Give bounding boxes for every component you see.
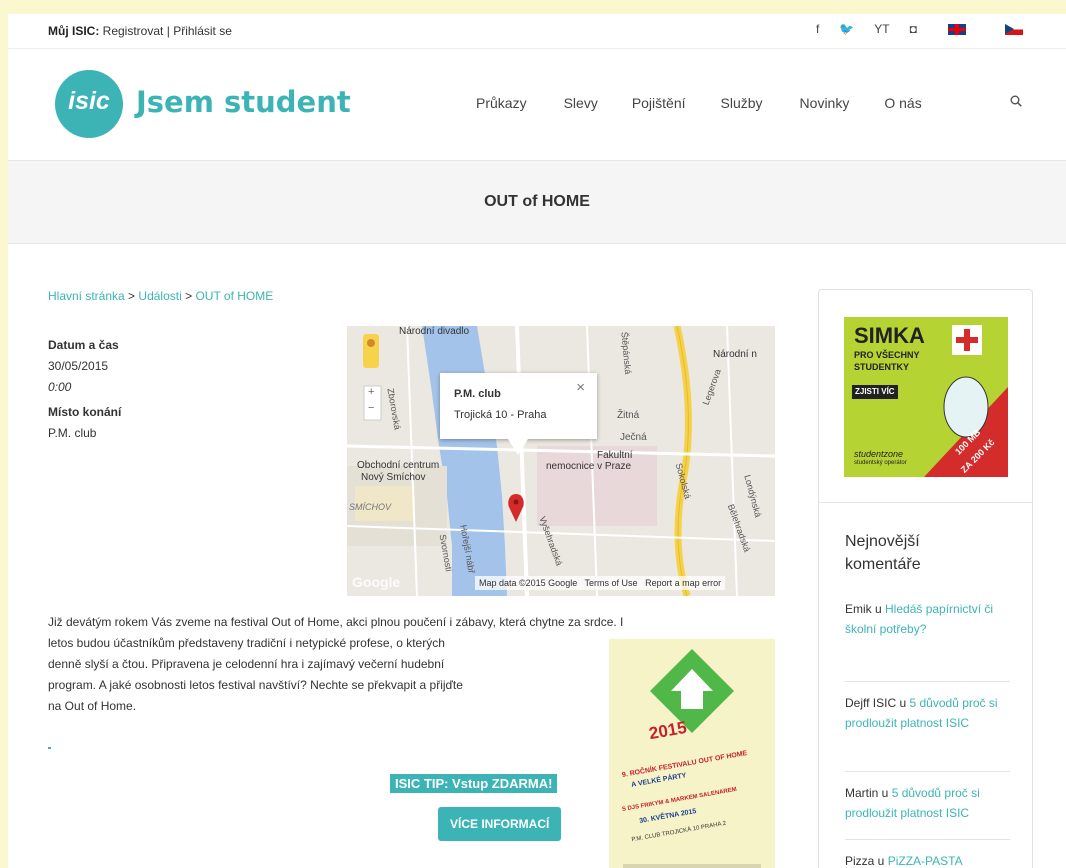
ad-brand: studentzone bbox=[854, 449, 904, 459]
breadcrumb-separator: > bbox=[128, 289, 136, 303]
uk-flag-icon[interactable] bbox=[948, 24, 966, 35]
close-icon[interactable]: × bbox=[576, 379, 585, 396]
comment-author: Dejff ISIC bbox=[845, 696, 897, 710]
twitter-icon[interactable]: 🐦 bbox=[839, 22, 854, 36]
instagram-icon[interactable]: ◘ bbox=[910, 22, 917, 36]
ad-subtitle-1: PRO VŠECHNY bbox=[854, 350, 920, 360]
place-label: Místo konání bbox=[48, 405, 122, 419]
breadcrumb: Hlavní stránka > Události > OUT of HOME bbox=[48, 289, 273, 303]
nav-item-novinky[interactable]: Novinky bbox=[800, 95, 850, 111]
event-map[interactable]: Národní divadlo Národní n Žitná Ječná Fa… bbox=[347, 326, 775, 596]
map-label-zitna: Žitná bbox=[617, 410, 640, 421]
map-info-window: P.M. club Trojická 10 - Praha × bbox=[440, 373, 597, 455]
map-report-link[interactable]: Report a map error bbox=[645, 578, 721, 588]
sidebar: SIMKA PRO VŠECHNY STUDENTKY ZJISTI VÍC s… bbox=[818, 289, 1033, 868]
comment-sep: u bbox=[871, 602, 886, 616]
map-popup-address: Trojická 10 - Praha bbox=[454, 409, 547, 421]
comment-link[interactable]: PiZZA-PASTA bbox=[888, 854, 963, 868]
ad-cta[interactable]: ZJISTI VÍC bbox=[855, 387, 895, 396]
isic-tip-badge: ISIC TIP: Vstup ZDARMA! bbox=[390, 774, 558, 793]
breadcrumb-separator: > bbox=[185, 289, 193, 303]
map-label-novy-smichov: Nový Smíchov bbox=[361, 472, 426, 483]
comment-sep: u bbox=[896, 696, 910, 710]
site-header: isic Jsem student Průkazy Slevy Pojištěn… bbox=[8, 49, 1066, 161]
event-time: 0:00 bbox=[48, 380, 72, 394]
page-title: OUT of HOME bbox=[484, 193, 590, 210]
breadcrumb-current[interactable]: OUT of HOME bbox=[195, 289, 273, 303]
heading-line-2: komentáře bbox=[845, 556, 921, 573]
date-label: Datum a čas bbox=[48, 338, 119, 352]
comment-divider bbox=[845, 681, 1010, 682]
comment-item: Emik u Hledáš papírnictví či školní potř… bbox=[845, 599, 1010, 639]
social-links: f 🐦 YT ◘ bbox=[816, 22, 917, 36]
nav-item-pojisteni[interactable]: Pojištění bbox=[632, 95, 686, 111]
map-label-narodni: Národní n bbox=[713, 349, 757, 360]
description-line-5: na Out of Home. bbox=[48, 699, 137, 713]
ad-tagline: studentský operátor bbox=[854, 460, 907, 466]
nav-item-prukazy[interactable]: Průkazy bbox=[476, 95, 527, 111]
simka-ad-banner[interactable]: SIMKA PRO VŠECHNY STUDENTKY ZJISTI VÍC s… bbox=[844, 317, 1008, 477]
map-label-obchodni: Obchodní centrum bbox=[357, 460, 440, 471]
cz-flag-icon[interactable] bbox=[1005, 24, 1023, 35]
nav-item-slevy[interactable]: Slevy bbox=[564, 95, 598, 111]
map-label-narodni-divadlo: Národní divadlo bbox=[399, 326, 470, 337]
event-place: P.M. club bbox=[48, 426, 97, 440]
my-isic-label: Můj ISIC: bbox=[48, 24, 100, 38]
map-zoom-out[interactable]: − bbox=[368, 402, 374, 414]
google-logo: Google bbox=[352, 574, 401, 590]
comment-divider bbox=[845, 771, 1010, 772]
event-meta: Datum a čas 30/05/2015 0:00 Místo konání… bbox=[48, 335, 121, 444]
comment-item: Martin u 5 důvodů proč si prodloužit pla… bbox=[845, 783, 1010, 823]
register-link[interactable]: Registrovat bbox=[103, 24, 164, 38]
latest-comments-heading: Nejnovější komentáře bbox=[845, 530, 1005, 576]
description-line-1: Již devátým rokem Vás zveme na festival … bbox=[48, 615, 624, 629]
comment-author: Martin bbox=[845, 786, 879, 800]
map-terms-link[interactable]: Terms of Use bbox=[585, 578, 638, 588]
comment-item: Dejff ISIC u 5 důvodů proč si prodloužit… bbox=[845, 693, 1010, 733]
comment-divider bbox=[845, 839, 1010, 840]
map-label-nemocnice: nemocnice v Praze bbox=[546, 461, 632, 472]
map-popup-title: P.M. club bbox=[454, 388, 501, 400]
event-date: 30/05/2015 bbox=[48, 359, 109, 373]
description-line-2: letos budou účastníkům představeny tradi… bbox=[48, 636, 445, 650]
heading-line-1: Nejnovější bbox=[845, 533, 920, 550]
separator-dot bbox=[48, 747, 51, 749]
divider: | bbox=[166, 24, 170, 38]
account-links: Můj ISIC: Registrovat | Přihlásit se bbox=[48, 24, 232, 38]
page-title-bar: OUT of HOME bbox=[8, 161, 1066, 244]
brand-title[interactable]: Jsem student bbox=[136, 85, 351, 119]
map-zoom-in[interactable]: + bbox=[368, 386, 374, 398]
comment-item: Pizza u PiZZA-PASTA bbox=[845, 851, 1010, 868]
more-info-button[interactable]: VÍCE INFORMACÍ bbox=[438, 807, 562, 841]
youtube-icon[interactable]: YT bbox=[874, 22, 889, 36]
ad-title: SIMKA bbox=[854, 323, 925, 348]
nav-item-sluzby[interactable]: Služby bbox=[721, 95, 763, 111]
comment-author: Pizza bbox=[845, 854, 875, 868]
event-poster[interactable]: 2015 9. ROČNÍK FESTIVALU OUT OF HOME A V… bbox=[609, 639, 775, 868]
map-data-credit: Map data ©2015 Google bbox=[479, 578, 578, 588]
isic-logo[interactable]: isic bbox=[55, 70, 123, 138]
map-attribution: Map data ©2015 Google Terms of Use Repor… bbox=[475, 576, 726, 590]
comment-sep: u bbox=[874, 854, 888, 868]
main-nav: Průkazy Slevy Pojištění Služby Novinky O… bbox=[476, 95, 922, 111]
description-line-4: program. A jaké osobnosti letos festival… bbox=[48, 678, 463, 692]
search-icon[interactable] bbox=[1010, 95, 1022, 107]
breadcrumb-events[interactable]: Události bbox=[138, 289, 181, 303]
comment-author: Emik bbox=[845, 602, 872, 616]
map-label-fakultni: Fakultní bbox=[597, 450, 633, 461]
top-bar: Můj ISIC: Registrovat | Přihlásit se f 🐦… bbox=[8, 14, 1066, 49]
breadcrumb-home[interactable]: Hlavní stránka bbox=[48, 289, 125, 303]
nav-item-o-nas[interactable]: O nás bbox=[884, 95, 921, 111]
sidebar-divider bbox=[819, 502, 1032, 503]
map-label-jecna: Ječná bbox=[620, 432, 647, 443]
description-line-3: denně slyší a čtou. Připravena je celode… bbox=[48, 657, 445, 671]
map-label-smichov: SMÍCHOV bbox=[349, 502, 392, 512]
comment-sep: u bbox=[878, 786, 892, 800]
ad-subtitle-2: STUDENTKY bbox=[854, 362, 910, 372]
login-link[interactable]: Přihlásit se bbox=[173, 24, 232, 38]
page-frame: Můj ISIC: Registrovat | Přihlásit se f 🐦… bbox=[8, 14, 1066, 868]
facebook-icon[interactable]: f bbox=[816, 22, 819, 36]
